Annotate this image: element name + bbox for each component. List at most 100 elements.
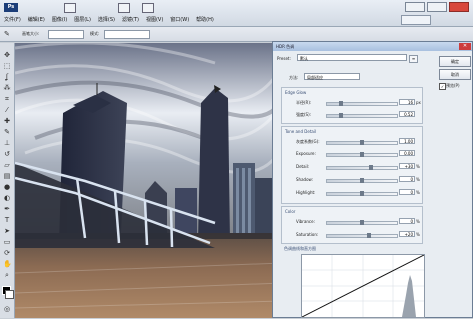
healing-brush-tool-icon[interactable]: ✚: [3, 117, 11, 125]
exposure-label: Exposure:: [296, 151, 316, 156]
gamma-value[interactable]: 1.00: [399, 138, 415, 144]
curve-title[interactable]: 色调曲线和直方图: [284, 246, 316, 252]
menu-file[interactable]: 文件(F): [4, 16, 21, 23]
vibrance-label: Vibrance:: [296, 219, 315, 224]
launch-bridge-icon[interactable]: [64, 3, 76, 13]
shadow-slider[interactable]: [326, 178, 398, 183]
quick-select-tool-icon[interactable]: ⁂: [3, 84, 11, 92]
eyedropper-tool-icon[interactable]: ⁄: [3, 106, 11, 114]
edge-glow-panel: Edge Glow 半径(R): 16 px 强度(S): 0.52: [281, 87, 423, 124]
menu-select[interactable]: 选择(S): [98, 16, 115, 23]
tone-detail-title[interactable]: Tone and Detail: [285, 129, 316, 134]
type-tool-icon[interactable]: T: [3, 216, 11, 224]
dodge-tool-icon[interactable]: ◐: [3, 194, 11, 202]
menu-help[interactable]: 帮助(H): [196, 16, 214, 23]
tone-detail-panel: Tone and Detail 灰度系数(G): 1.00 Exposure: …: [281, 126, 423, 204]
mode-select[interactable]: [104, 30, 150, 39]
gamma-slider[interactable]: [326, 140, 398, 145]
detail-slider[interactable]: [326, 165, 398, 170]
workspace-switcher[interactable]: [401, 15, 431, 25]
shadow-unit: %: [416, 177, 420, 182]
curve-graph[interactable]: [301, 254, 425, 318]
highlight-slider-thumb[interactable]: [360, 191, 364, 196]
brush-tool-icon[interactable]: ✎: [4, 30, 13, 38]
pen-tool-icon[interactable]: ✒: [3, 205, 11, 213]
brush-tool-icon-2[interactable]: ✎: [3, 128, 11, 136]
move-tool-icon[interactable]: ✥: [3, 51, 11, 59]
gamma-slider-thumb[interactable]: [360, 140, 364, 145]
path-select-tool-icon[interactable]: ➤: [3, 227, 11, 235]
menu-list: 文件(F) 编辑(E) 图像(I) 图层(L) 选择(S) 滤镜(T) 视图(V…: [4, 16, 214, 23]
highlight-unit: %: [416, 190, 420, 195]
detail-label: Detail:: [296, 164, 310, 169]
menu-bar: Ps 文件(F) 编辑(E) 图像(I) 图层(L) 选择(S) 滤镜(T) 视…: [0, 0, 473, 27]
detail-slider-thumb[interactable]: [369, 165, 373, 170]
saturation-slider-thumb[interactable]: [367, 233, 371, 238]
preset-select[interactable]: 默认: [297, 54, 407, 61]
shadow-value[interactable]: 0: [399, 176, 415, 182]
menu-image[interactable]: 图像(I): [52, 16, 67, 23]
shadow-label: Shadow:: [296, 177, 313, 182]
radius-label: 半径(R):: [296, 100, 312, 105]
saturation-value[interactable]: +20: [399, 231, 415, 237]
screen-mode-icon[interactable]: [142, 3, 154, 13]
dialog-close-button[interactable]: ✕: [459, 43, 471, 50]
exposure-slider[interactable]: [326, 152, 398, 157]
arrange-documents-icon[interactable]: [118, 3, 130, 13]
eraser-tool-icon[interactable]: ▱: [3, 161, 11, 169]
3d-rotate-tool-icon[interactable]: ⟳: [3, 249, 11, 257]
highlight-slider[interactable]: [326, 191, 398, 196]
vibrance-unit: %: [416, 219, 420, 224]
document-canvas[interactable]: [15, 43, 283, 318]
detail-value[interactable]: +30: [399, 163, 415, 169]
ok-button[interactable]: 确定: [439, 56, 471, 67]
dialog-title: HDR 色调: [273, 42, 472, 51]
method-label: 方法:: [289, 75, 299, 80]
vibrance-slider[interactable]: [326, 220, 398, 225]
gradient-tool-icon[interactable]: ▤: [3, 172, 11, 180]
saturation-slider[interactable]: [326, 233, 398, 238]
method-select[interactable]: 局部适应: [304, 73, 360, 80]
exposure-slider-thumb[interactable]: [360, 152, 364, 157]
exposure-value[interactable]: 0.00: [399, 150, 415, 156]
strength-slider[interactable]: [326, 113, 398, 118]
blur-tool-icon[interactable]: ●: [3, 183, 11, 191]
radius-value[interactable]: 16: [399, 99, 415, 105]
color-title[interactable]: Color: [285, 209, 295, 214]
menu-filter[interactable]: 滤镜(T): [122, 16, 139, 23]
quick-mask-icon[interactable]: ◎: [3, 305, 11, 313]
menu-edit[interactable]: 编辑(E): [28, 16, 45, 23]
minimize-button[interactable]: [405, 2, 425, 12]
menu-window[interactable]: 窗口(W): [170, 16, 189, 23]
vibrance-value[interactable]: 0: [399, 218, 415, 224]
menu-view[interactable]: 视图(V): [146, 16, 163, 23]
edge-glow-title[interactable]: Edge Glow: [285, 90, 306, 95]
radius-slider[interactable]: [326, 101, 398, 106]
radius-slider-thumb[interactable]: [339, 101, 343, 106]
zoom-tool-icon[interactable]: ⌕: [3, 271, 11, 279]
menu-layer[interactable]: 图层(L): [74, 16, 91, 23]
vibrance-slider-thumb[interactable]: [360, 220, 364, 225]
maximize-button[interactable]: [427, 2, 447, 12]
mode-label: 模式:: [90, 31, 100, 36]
highlight-value[interactable]: 0: [399, 189, 415, 195]
hand-tool-icon[interactable]: ✋: [3, 260, 12, 268]
tools-panel: ✥ ⬚ ʆ ⁂ ⌗ ⁄ ✚ ✎ ⊥ ↺ ▱ ▤ ● ◐ ✒ T ➤ ▭ ⟳ ✋ …: [0, 43, 15, 318]
shadow-slider-thumb[interactable]: [360, 178, 364, 183]
marquee-tool-icon[interactable]: ⬚: [3, 62, 11, 70]
preset-options-icon[interactable]: ≡: [409, 55, 418, 63]
brush-size-field[interactable]: [48, 30, 84, 39]
shape-tool-icon[interactable]: ▭: [3, 238, 11, 246]
color-panel: Color Vibrance: 0 % Saturation: +20 %: [281, 206, 423, 244]
crop-tool-icon[interactable]: ⌗: [3, 95, 11, 103]
strength-slider-thumb[interactable]: [339, 113, 343, 118]
background-color-swatch[interactable]: [5, 290, 14, 299]
app-logo: Ps: [4, 3, 18, 12]
history-brush-tool-icon[interactable]: ↺: [3, 150, 11, 158]
cancel-button[interactable]: 取消: [439, 69, 471, 80]
clone-stamp-tool-icon[interactable]: ⊥: [3, 139, 11, 147]
lasso-tool-icon[interactable]: ʆ: [3, 73, 11, 81]
preview-checkbox[interactable]: ✓: [439, 83, 446, 90]
strength-value[interactable]: 0.52: [399, 111, 415, 117]
close-window-button[interactable]: [449, 2, 469, 12]
